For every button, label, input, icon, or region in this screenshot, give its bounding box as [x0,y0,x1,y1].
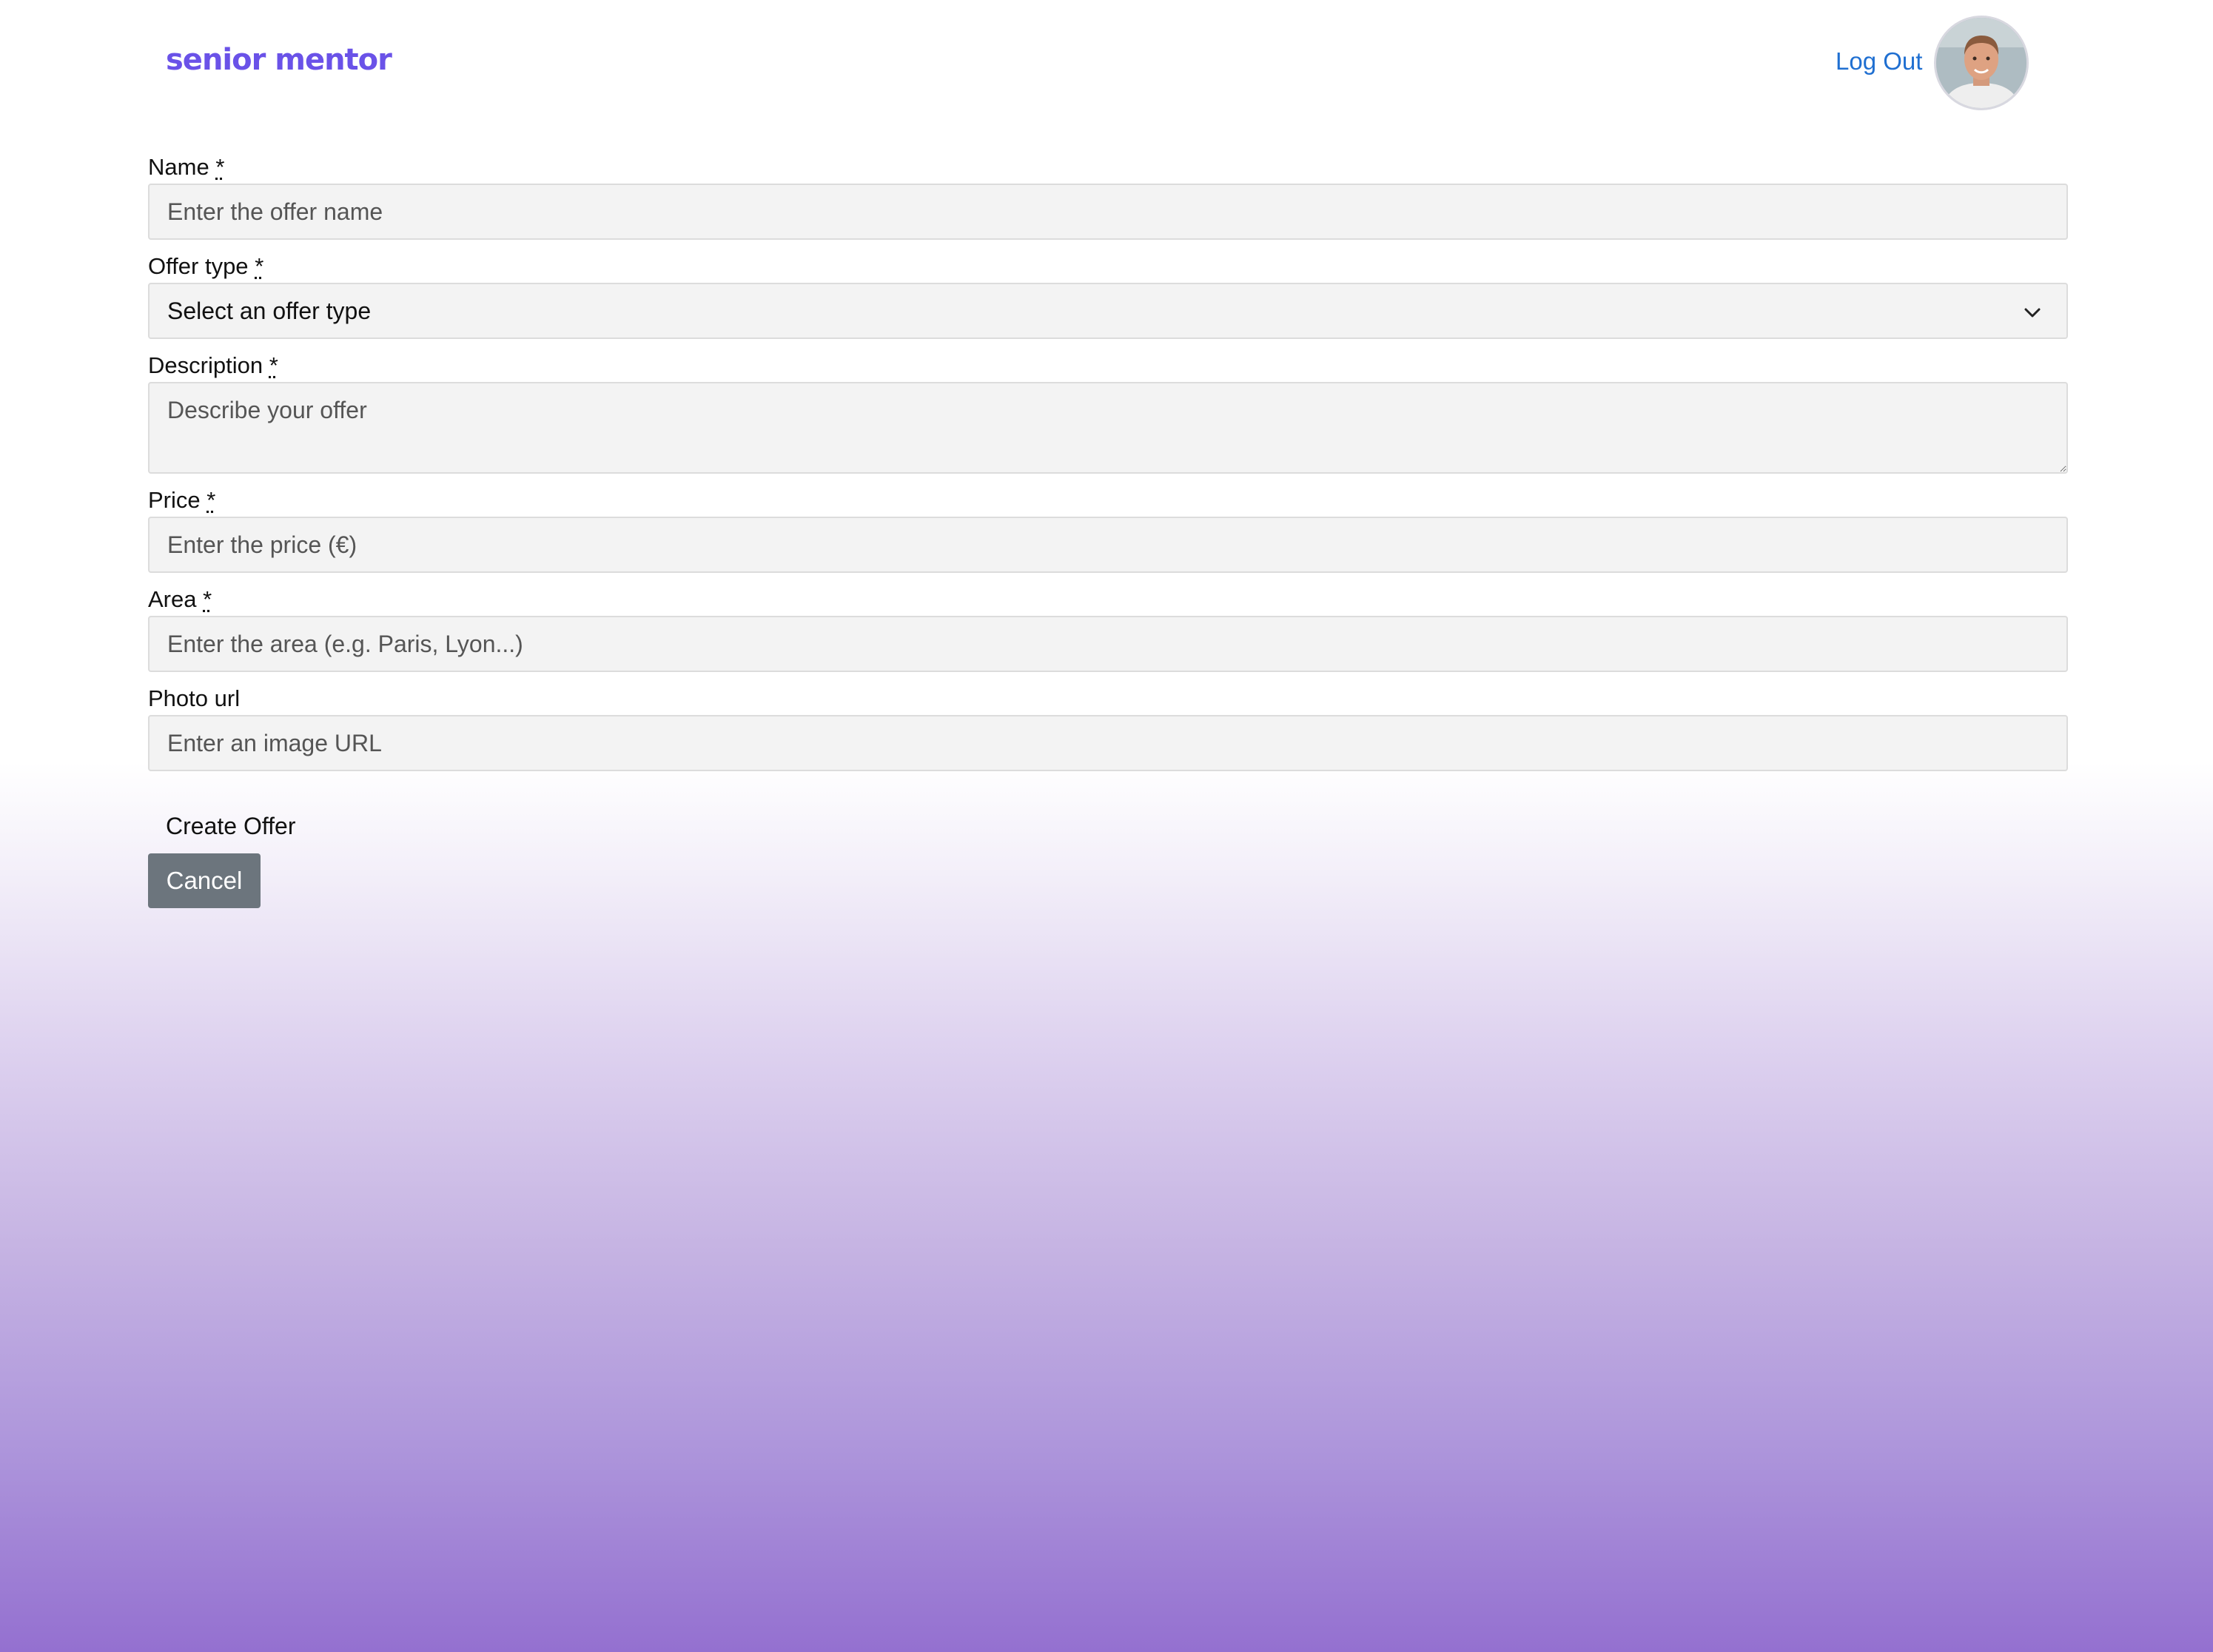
photo-url-row: Photo url [148,682,2068,771]
required-mark: * [206,487,216,513]
chevron-down-icon [2024,308,2041,318]
name-input[interactable] [148,184,2068,240]
top-bar: senior mentor Log Out [0,0,2213,126]
description-textarea[interactable] [148,382,2068,474]
area-input[interactable] [148,616,2068,672]
area-row: Area * [148,583,2068,672]
description-label-text: Description [148,352,263,378]
price-input[interactable] [148,517,2068,573]
offer-type-row: Offer type * Select an offer type [148,250,2068,339]
required-mark: * [203,586,212,612]
price-row: Price * [148,484,2068,573]
name-row: Name * [148,151,2068,240]
required-mark: * [269,352,278,378]
required-mark: * [215,154,225,180]
offer-type-select[interactable]: Select an offer type [148,283,2068,339]
area-label-text: Area [148,586,197,612]
offer-type-selected: Select an offer type [167,297,372,324]
photo-url-label: Photo url [148,685,241,711]
brand-logo[interactable]: senior mentor [166,43,392,77]
required-mark: * [255,253,264,279]
name-label-text: Name [148,154,209,180]
create-offer-form: Name * Offer type * Select an offer type… [148,151,2068,908]
photo-url-input[interactable] [148,715,2068,771]
price-label: Price * [148,484,2068,517]
offer-type-label-text: Offer type [148,253,249,279]
offer-type-label: Offer type * [148,250,2068,283]
avatar[interactable] [1936,18,2026,108]
price-label-text: Price [148,487,201,513]
cancel-button[interactable]: Cancel [148,853,261,908]
name-label: Name * [148,151,2068,184]
logout-link[interactable]: Log Out [1836,47,1922,75]
description-row: Description * [148,349,2068,474]
area-label: Area * [148,583,2068,616]
create-offer-button[interactable]: Create Offer [166,813,295,840]
description-label: Description * [148,349,2068,382]
user-photo [1936,18,2026,108]
